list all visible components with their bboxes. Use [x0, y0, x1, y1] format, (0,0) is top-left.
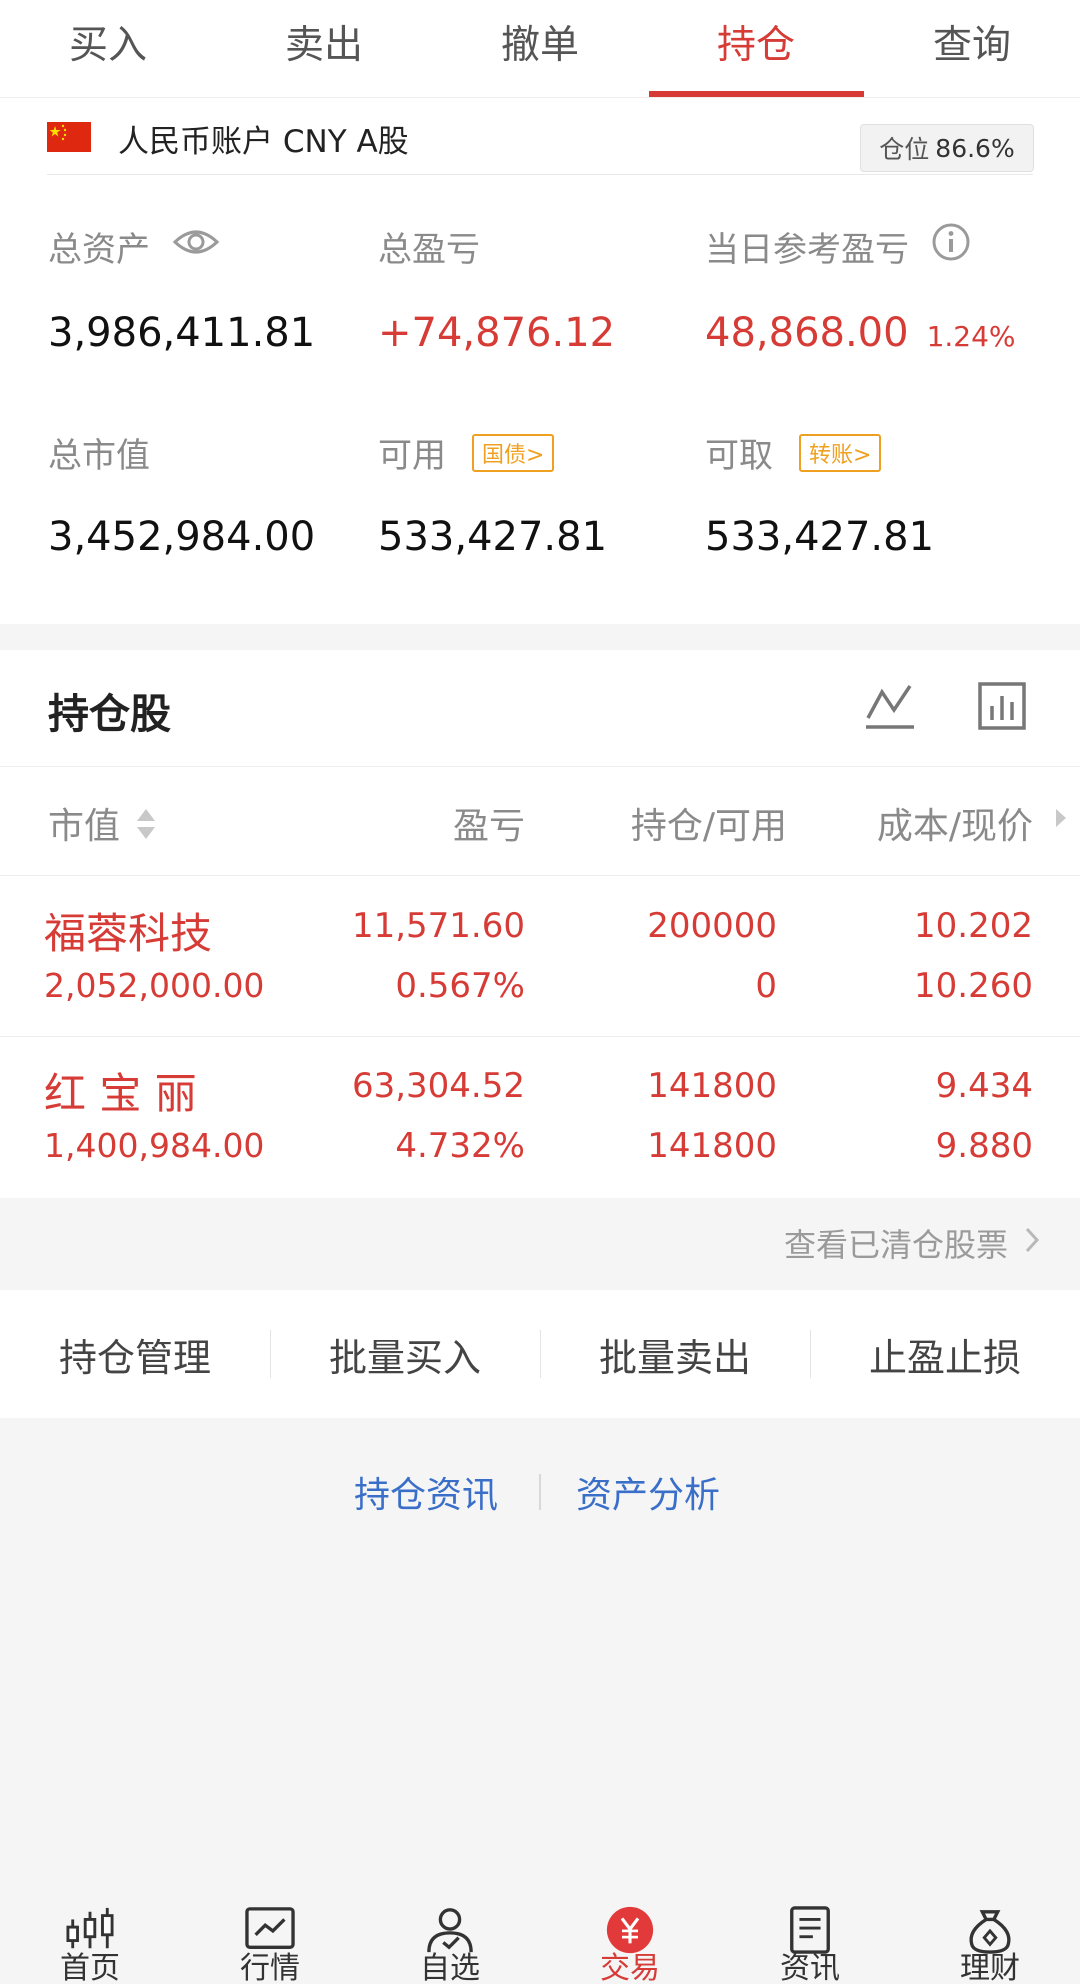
stock-name: 红 宝 丽 — [44, 1069, 197, 1118]
total-assets-label: 总资产 — [48, 222, 220, 271]
chevron-right-icon — [1024, 1224, 1040, 1262]
document-icon — [790, 1906, 830, 1954]
stock-name: 福蓉科技 — [44, 909, 213, 958]
stock-pl-percent: 0.567% — [395, 966, 525, 1006]
scroll-right-icon[interactable] — [1054, 807, 1068, 833]
column-position-available: 持仓/可用 — [630, 806, 787, 847]
stock-pl: 11,571.60 — [351, 906, 525, 946]
daily-pl-label: 当日参考盈亏 — [705, 222, 971, 271]
nav-home[interactable]: 首页 — [0, 1880, 180, 1984]
column-pl: 盈亏 — [452, 806, 525, 847]
asset-analysis-link[interactable]: 资产分析 — [576, 1466, 720, 1518]
total-pl-label: 总盈亏 — [378, 230, 480, 270]
stock-position: 141800 — [647, 1066, 777, 1106]
eye-icon[interactable] — [172, 225, 220, 268]
nav-trade[interactable]: 交易 — [540, 1880, 720, 1984]
available-label: 可用 国债> — [378, 428, 555, 477]
divider — [539, 1474, 541, 1510]
view-cleared-stocks-link[interactable]: 查看已清仓股票 — [784, 1220, 1040, 1266]
stock-market-value: 2,052,000.00 — [44, 966, 265, 1005]
bar-chart-icon[interactable] — [976, 680, 1028, 736]
market-value-value: 3,452,984.00 — [48, 514, 316, 560]
stock-cost: 10.202 — [914, 906, 1033, 946]
divider — [0, 1036, 1080, 1037]
money-bag-icon — [969, 1910, 1011, 1954]
top-tab-bar: 买入 卖出 撤单 持仓 查询 — [0, 0, 1080, 98]
stop-profit-loss-button[interactable]: 止盈止损 — [810, 1290, 1080, 1418]
treasury-bond-button[interactable]: 国债> — [472, 433, 555, 472]
tab-sell[interactable]: 卖出 — [216, 0, 432, 98]
available-value: 533,427.81 — [378, 514, 608, 560]
holdings-management-button[interactable]: 持仓管理 — [0, 1290, 270, 1418]
holdings-table-header: 市值 盈亏 持仓/可用 成本/现价 — [0, 766, 1080, 876]
tab-holdings[interactable]: 持仓 — [648, 0, 864, 98]
withdrawable-value: 533,427.81 — [705, 514, 935, 560]
stock-market-value: 1,400,984.00 — [44, 1126, 265, 1165]
stock-available: 0 — [755, 966, 777, 1006]
stock-pl-percent: 4.732% — [395, 1126, 525, 1166]
transfer-button[interactable]: 转账> — [799, 433, 882, 472]
chart-line-icon — [245, 1907, 295, 1949]
account-selector[interactable]: 人民币账户 CNY A股 仓位 86.6% — [0, 98, 1080, 174]
sort-icon — [135, 807, 157, 850]
info-icon[interactable] — [931, 222, 971, 271]
batch-sell-button[interactable]: 批量卖出 — [540, 1290, 810, 1418]
position-ratio-badge: 仓位 86.6% — [860, 124, 1034, 172]
tab-cancel[interactable]: 撤单 — [432, 0, 648, 98]
nav-news[interactable]: 资讯 — [720, 1880, 900, 1984]
table-row[interactable]: 福蓉科技 2,052,000.00 11,571.60 0.567% 20000… — [0, 878, 1080, 1038]
bottom-links: 持仓资讯 资产分析 — [0, 1460, 1080, 1520]
candlestick-icon — [66, 1907, 114, 1949]
nav-market[interactable]: 行情 — [180, 1880, 360, 1984]
yuan-icon — [606, 1906, 654, 1954]
holdings-title: 持仓股 — [48, 690, 171, 738]
account-panel: 人民币账户 CNY A股 仓位 86.6% 总资产 总盈亏 当日参考盈亏 3,9… — [0, 98, 1080, 624]
column-market-value[interactable]: 市值 — [48, 797, 157, 850]
stock-position: 200000 — [647, 906, 777, 946]
total-pl-value: +74,876.12 — [378, 310, 616, 356]
account-name: 人民币账户 CNY A股 — [118, 124, 409, 160]
holdings-section: 持仓股 市值 盈亏 持仓/可用 成本/现价 福蓉科技 2,052,000.00 … — [0, 650, 1080, 1198]
daily-pl-percent: 1.24% — [926, 320, 1016, 353]
active-tab-indicator — [649, 91, 864, 97]
column-cost-price: 成本/现价 — [876, 806, 1033, 847]
stock-available: 141800 — [647, 1126, 777, 1166]
tab-query[interactable]: 查询 — [864, 0, 1080, 98]
holdings-news-link[interactable]: 持仓资讯 — [354, 1466, 498, 1518]
user-check-icon — [427, 1908, 473, 1953]
line-chart-icon[interactable] — [864, 680, 916, 736]
nav-wealth[interactable]: 理财 — [900, 1880, 1080, 1984]
market-value-label: 总市值 — [48, 436, 150, 476]
batch-buy-button[interactable]: 批量买入 — [270, 1290, 540, 1418]
withdrawable-label: 可取 转账> — [705, 428, 882, 477]
table-row[interactable]: 红 宝 丽 1,400,984.00 63,304.52 4.732% 1418… — [0, 1038, 1080, 1198]
stock-cost: 9.434 — [935, 1066, 1033, 1106]
nav-watchlist[interactable]: 自选 — [360, 1880, 540, 1984]
stock-price: 9.880 — [935, 1126, 1033, 1166]
divider — [47, 174, 1033, 175]
daily-pl-value: 48,868.00 1.24% — [705, 310, 1016, 356]
china-flag-icon — [47, 122, 91, 152]
bottom-navigation: 首页 行情 自选 交易 资讯 理财 — [0, 1880, 1080, 1984]
holdings-action-bar: 持仓管理 批量买入 批量卖出 止盈止损 — [0, 1290, 1080, 1418]
tab-buy[interactable]: 买入 — [0, 0, 216, 98]
stock-pl: 63,304.52 — [351, 1066, 525, 1106]
stock-price: 10.260 — [914, 966, 1033, 1006]
total-assets-value: 3,986,411.81 — [48, 310, 316, 356]
